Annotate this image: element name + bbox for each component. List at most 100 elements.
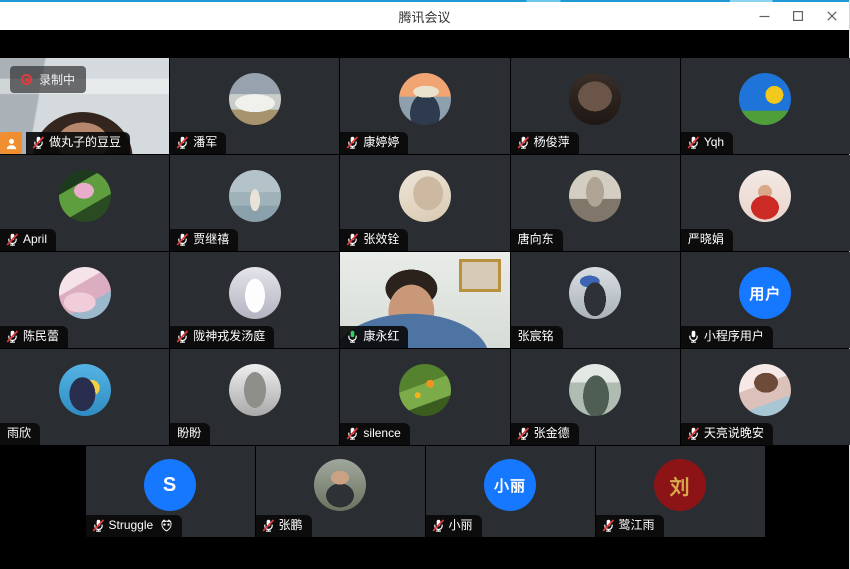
title-bar[interactable]: 腾讯会议 xyxy=(0,2,849,30)
mic-muted-icon xyxy=(687,136,700,149)
participant-tile[interactable]: 天亮说晚安 xyxy=(681,349,850,445)
participant-label: 陈民蕾 xyxy=(0,326,68,348)
participant-name: April xyxy=(23,232,47,247)
participant-label: 张宸铭 xyxy=(511,326,563,348)
participant-name: 杨俊萍 xyxy=(534,135,570,150)
avatar: S xyxy=(144,459,196,511)
mic-speaking-icon xyxy=(346,330,359,343)
video-grid-row: 录制中 做丸子的豆豆 xyxy=(0,58,850,154)
participant-label: 陇神戎发汤庭 xyxy=(170,326,274,348)
tile-footer: 小丽 xyxy=(426,515,482,537)
close-button[interactable] xyxy=(815,2,849,30)
participant-name: 张效铨 xyxy=(363,232,399,247)
mic-muted-icon xyxy=(517,427,530,440)
participant-name: 张鹏 xyxy=(279,518,303,533)
minimize-icon xyxy=(759,11,770,22)
participant-label: 康婷婷 xyxy=(340,132,408,154)
participant-tile[interactable]: 小丽 小丽 xyxy=(426,446,595,537)
participant-tile[interactable]: 录制中 做丸子的豆豆 xyxy=(0,58,169,154)
tile-footer: 康婷婷 xyxy=(340,132,408,154)
window-controls xyxy=(747,2,849,30)
mic-muted-icon xyxy=(32,136,45,149)
close-icon xyxy=(827,11,837,21)
tile-footer: 严晓娟 xyxy=(681,229,733,251)
participant-tile[interactable]: 盼盼 xyxy=(170,349,339,445)
participant-tile[interactable]: silence xyxy=(340,349,509,445)
participant-tile[interactable]: 陇神戎发汤庭 xyxy=(170,252,339,348)
participant-tile[interactable]: 严晓娟 xyxy=(681,155,850,251)
tile-footer: Struggle xyxy=(86,515,183,537)
tile-footer: silence xyxy=(340,423,409,445)
tile-footer: 张效铨 xyxy=(340,229,408,251)
participant-name: 雨欣 xyxy=(7,426,31,441)
participant-tile[interactable]: 潘军 xyxy=(170,58,339,154)
participant-tile[interactable]: 陈民蕾 xyxy=(0,252,169,348)
participant-name: 严晓娟 xyxy=(688,232,724,247)
tile-footer: 张宸铭 xyxy=(511,326,563,348)
maximize-icon xyxy=(793,11,803,21)
avatar xyxy=(59,267,111,319)
participant-label: 潘军 xyxy=(170,132,226,154)
participant-label: 雨欣 xyxy=(0,423,40,445)
avatar xyxy=(739,364,791,416)
window-title: 腾讯会议 xyxy=(398,7,450,26)
avatar: 小丽 xyxy=(484,459,536,511)
avatar xyxy=(569,267,621,319)
participant-name: Struggle xyxy=(109,518,154,533)
avatar xyxy=(399,364,451,416)
mic-muted-icon xyxy=(432,519,445,532)
participant-label: 唐向东 xyxy=(511,229,563,251)
participant-tile[interactable]: 康婷婷 xyxy=(340,58,509,154)
participant-tile[interactable]: 张效铨 xyxy=(340,155,509,251)
participant-label: 张鹏 xyxy=(256,515,312,537)
tile-footer: 康永红 xyxy=(340,326,408,348)
tile-footer: Yqh xyxy=(681,132,733,154)
participant-tile[interactable]: 张金德 xyxy=(511,349,680,445)
participant-name: 天亮说晚安 xyxy=(704,426,764,441)
participant-name: 鹭江雨 xyxy=(619,518,655,533)
participant-tile[interactable]: April xyxy=(0,155,169,251)
participant-tile[interactable]: 贾继禧 xyxy=(170,155,339,251)
participant-name: 康永红 xyxy=(363,329,399,344)
participant-tile[interactable]: Yqh xyxy=(681,58,850,154)
avatar xyxy=(399,170,451,222)
participant-tile[interactable]: S Struggle xyxy=(86,446,255,537)
meeting-window: 腾讯会议 录制中 xyxy=(0,0,850,569)
tile-footer: 唐向东 xyxy=(511,229,563,251)
recording-badge: 录制中 xyxy=(10,66,86,93)
avatar xyxy=(229,170,281,222)
tile-footer: 杨俊萍 xyxy=(511,132,579,154)
participant-tile[interactable]: 张鹏 xyxy=(256,446,425,537)
video-grid-row: 陈民蕾 陇神戎发汤庭 xyxy=(0,252,850,348)
participant-name: 小丽 xyxy=(449,518,473,533)
tile-footer: 雨欣 xyxy=(0,423,40,445)
participant-tile[interactable]: 刘 鹭江雨 xyxy=(596,446,765,537)
participant-label: Struggle xyxy=(86,515,183,537)
avatar xyxy=(569,170,621,222)
participant-name: 潘军 xyxy=(193,135,217,150)
video-grid-row: S Struggle xyxy=(0,446,850,537)
video-grid: 录制中 做丸子的豆豆 xyxy=(0,58,850,537)
maximize-button[interactable] xyxy=(781,2,815,30)
participant-name: 张金德 xyxy=(534,426,570,441)
minimize-button[interactable] xyxy=(747,2,781,30)
avatar xyxy=(59,170,111,222)
participant-name: Yqh xyxy=(704,135,724,150)
participant-tile[interactable]: 用户 小程序用户 xyxy=(681,252,850,348)
tile-footer: 鹭江雨 xyxy=(596,515,664,537)
participant-name: 康婷婷 xyxy=(363,135,399,150)
mic-muted-icon xyxy=(176,136,189,149)
participant-tile[interactable]: 唐向东 xyxy=(511,155,680,251)
participant-label: 小程序用户 xyxy=(681,326,773,348)
avatar xyxy=(739,170,791,222)
mic-muted-icon xyxy=(346,233,359,246)
mic-muted-icon xyxy=(6,233,19,246)
participant-tile[interactable]: 康永红 xyxy=(340,252,509,348)
participant-name: 贾继禧 xyxy=(193,232,229,247)
participant-tile[interactable]: 雨欣 xyxy=(0,349,169,445)
avatar: 用户 xyxy=(739,267,791,319)
mic-muted-icon xyxy=(602,519,615,532)
participant-tile[interactable]: 杨俊萍 xyxy=(511,58,680,154)
participant-tile[interactable]: 张宸铭 xyxy=(511,252,680,348)
participant-label: 盼盼 xyxy=(170,423,210,445)
